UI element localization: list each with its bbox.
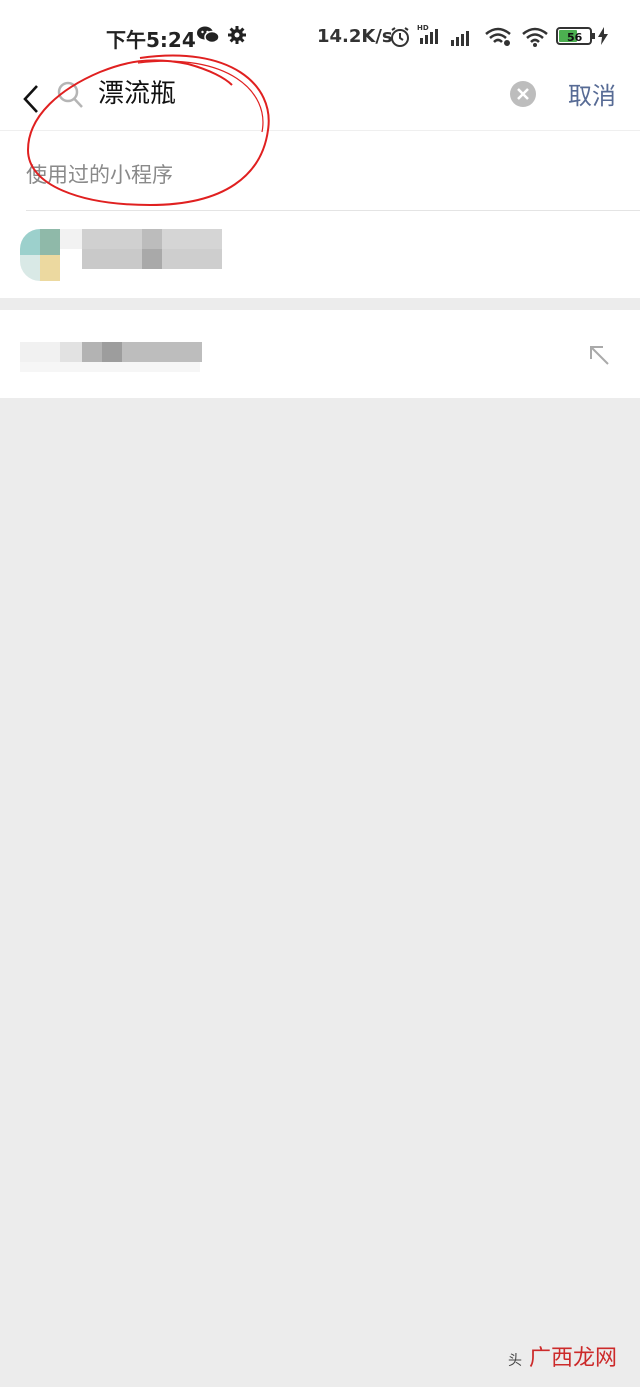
signal-icon	[450, 28, 474, 50]
network-speed: 14.2K/s	[317, 26, 393, 47]
search-icon	[56, 80, 84, 114]
battery-level: 56	[567, 31, 583, 44]
search-input[interactable]	[96, 76, 500, 112]
battery-icon: 56	[556, 26, 596, 50]
cancel-button[interactable]: 取消	[568, 76, 616, 111]
watermark: 头 广西龙网	[508, 1340, 617, 1372]
signal-hd-icon: HD	[417, 24, 443, 50]
wifi-icon	[521, 27, 549, 51]
watermark-text: 广西龙网	[529, 1346, 618, 1371]
watermark-prefix: 头	[508, 1353, 522, 1369]
wechat-icon	[197, 25, 220, 49]
status-time: 下午5:24	[106, 28, 196, 52]
status-bar: 下午5:24 14.2K/s HD 56	[0, 0, 640, 70]
clear-icon[interactable]	[509, 80, 537, 112]
back-icon[interactable]	[20, 78, 42, 122]
charging-icon	[598, 27, 608, 49]
fill-query-arrow-icon[interactable]	[588, 344, 612, 372]
gear-icon	[227, 25, 247, 49]
section-title: 使用过的小程序	[26, 163, 173, 187]
alarm-icon	[389, 26, 411, 52]
mini-program-item[interactable]	[0, 211, 640, 299]
avatar	[20, 229, 60, 281]
svg-text:HD: HD	[417, 24, 429, 32]
used-mini-programs-section: 使用过的小程序	[0, 130, 640, 299]
wifi-icon	[484, 27, 512, 51]
section-gap	[0, 298, 640, 310]
search-suggestion-row[interactable]	[0, 310, 640, 398]
search-header: 取消	[0, 70, 640, 130]
